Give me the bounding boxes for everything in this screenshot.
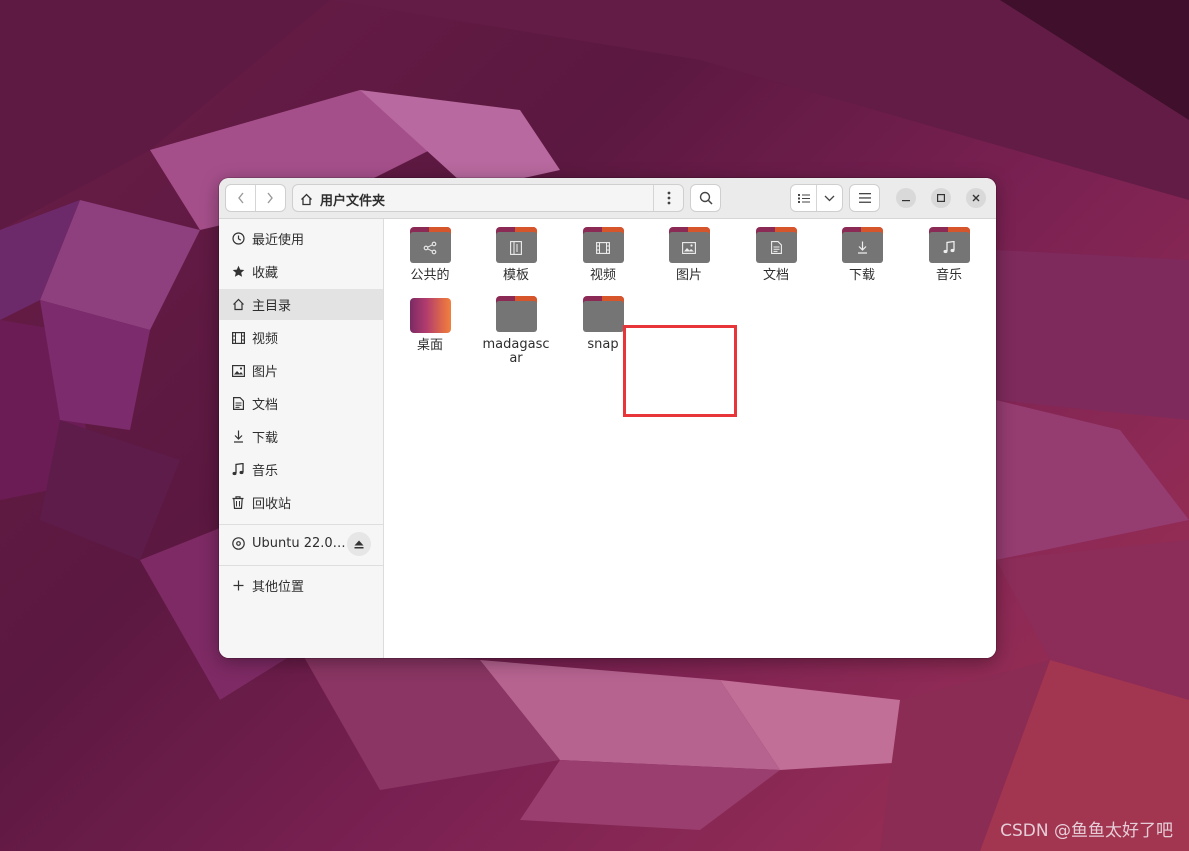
main-menu-button[interactable] (849, 184, 880, 212)
folder-icon (582, 296, 624, 332)
sidebar-item-label: 音乐 (252, 464, 279, 479)
file-label: 视频 (589, 268, 616, 283)
close-button[interactable] (966, 188, 986, 208)
sidebar-item-label: 文档 (252, 398, 279, 413)
chevron-left-icon (237, 192, 244, 204)
vertical-dots-icon (667, 191, 670, 205)
sidebar-item-label: 视频 (252, 332, 279, 347)
file-label: madagascar (482, 337, 550, 366)
sidebar-item-label: 下载 (252, 431, 279, 446)
folder-public[interactable]: 公共的 (390, 227, 470, 283)
highlight-box (623, 325, 737, 417)
sidebar-item-label: Ubuntu 22.0… (252, 536, 346, 551)
list-view-icon (797, 193, 810, 203)
folder-desktop[interactable]: 桌面 (390, 298, 470, 353)
folder-music[interactable]: 音乐 (909, 227, 989, 283)
sidebar-item-ubuntu-disc[interactable]: Ubuntu 22.0… (219, 528, 383, 559)
trash-icon (231, 496, 245, 510)
view-dropdown-button[interactable] (817, 185, 842, 211)
chevron-down-icon (824, 195, 835, 201)
sidebar-item-starred[interactable]: 收藏 (219, 256, 383, 287)
list-view-button[interactable] (791, 185, 816, 211)
plus-icon (231, 579, 245, 593)
maximize-icon (937, 194, 945, 202)
sidebar-item-label: 图片 (252, 365, 279, 380)
navigation-buttons (225, 184, 286, 212)
file-label: 模板 (502, 268, 529, 283)
back-button[interactable] (226, 185, 255, 211)
current-folder-label[interactable]: 用户文件夹 (320, 190, 385, 209)
sidebar-item-recent[interactable]: 最近使用 (219, 223, 383, 254)
file-label: 文档 (762, 268, 789, 283)
sidebar-item-label: 其他位置 (252, 580, 305, 595)
sidebar: 最近使用 收藏 主目录 视频 图片 文档 下载 音乐 回收站 Ubuntu 22… (219, 219, 384, 658)
path-menu-button[interactable] (653, 185, 683, 211)
film-icon (582, 227, 624, 263)
minimize-button[interactable] (896, 188, 916, 208)
share-icon (409, 227, 451, 263)
sidebar-item-label: 收藏 (252, 266, 279, 281)
sidebar-item-downloads[interactable]: 下载 (219, 421, 383, 452)
desktop-icon (409, 298, 451, 333)
eject-button[interactable] (347, 532, 371, 556)
folder-madagascar[interactable]: madagascar (476, 296, 556, 366)
sidebar-item-videos[interactable]: 视频 (219, 322, 383, 353)
file-label: 下载 (848, 268, 875, 283)
hamburger-icon (858, 193, 871, 203)
download-icon (841, 227, 883, 263)
file-label: 音乐 (935, 268, 962, 283)
sidebar-divider (219, 524, 383, 525)
image-icon (231, 364, 245, 378)
view-options (790, 184, 843, 212)
file-label: 公共的 (410, 268, 450, 283)
file-manager-window: 用户文件夹 最近使用 收藏 主目录 视频 图片 文档 下载 音乐 回收站 Ubu… (219, 178, 996, 658)
film-icon (231, 331, 245, 345)
sidebar-item-label: 回收站 (252, 497, 292, 512)
sidebar-item-pictures[interactable]: 图片 (219, 355, 383, 386)
file-label: 图片 (675, 268, 702, 283)
star-icon (231, 265, 245, 279)
home-icon (231, 298, 245, 312)
template-icon (495, 227, 537, 263)
folder-documents[interactable]: 文档 (736, 227, 816, 283)
music-icon (231, 463, 245, 477)
sidebar-item-label: 主目录 (252, 299, 292, 314)
music-icon (928, 227, 970, 263)
disc-icon (231, 537, 245, 551)
eject-icon (354, 540, 364, 548)
close-icon (972, 194, 980, 202)
path-bar[interactable]: 用户文件夹 (292, 184, 684, 212)
chevron-right-icon (267, 192, 274, 204)
sidebar-item-label: 最近使用 (252, 233, 305, 248)
search-button[interactable] (690, 184, 721, 212)
search-icon (699, 191, 713, 205)
folder-pictures[interactable]: 图片 (649, 227, 729, 283)
forward-button[interactable] (256, 185, 285, 211)
image-icon (668, 227, 710, 263)
sidebar-divider (219, 565, 383, 566)
download-icon (231, 430, 245, 444)
document-icon (231, 397, 245, 411)
minimize-icon (902, 200, 910, 202)
sidebar-item-music[interactable]: 音乐 (219, 454, 383, 485)
home-icon (300, 191, 313, 210)
header-bar: 用户文件夹 (219, 178, 996, 219)
file-grid: 公共的 模板 视频 图片 文档 下载 音乐 桌面 madagascar snap (384, 219, 996, 658)
folder-icon (495, 296, 537, 332)
document-icon (755, 227, 797, 263)
sidebar-item-documents[interactable]: 文档 (219, 388, 383, 419)
maximize-button[interactable] (931, 188, 951, 208)
folder-videos[interactable]: 视频 (563, 227, 643, 283)
file-label: 桌面 (416, 338, 443, 353)
folder-downloads[interactable]: 下载 (822, 227, 902, 283)
sidebar-item-other-locations[interactable]: 其他位置 (219, 570, 383, 601)
watermark-text: CSDN @鱼鱼太好了吧 (1000, 821, 1173, 841)
sidebar-item-trash[interactable]: 回收站 (219, 487, 383, 518)
folder-templates[interactable]: 模板 (476, 227, 556, 283)
sidebar-item-home[interactable]: 主目录 (219, 289, 383, 320)
clock-icon (231, 232, 245, 246)
